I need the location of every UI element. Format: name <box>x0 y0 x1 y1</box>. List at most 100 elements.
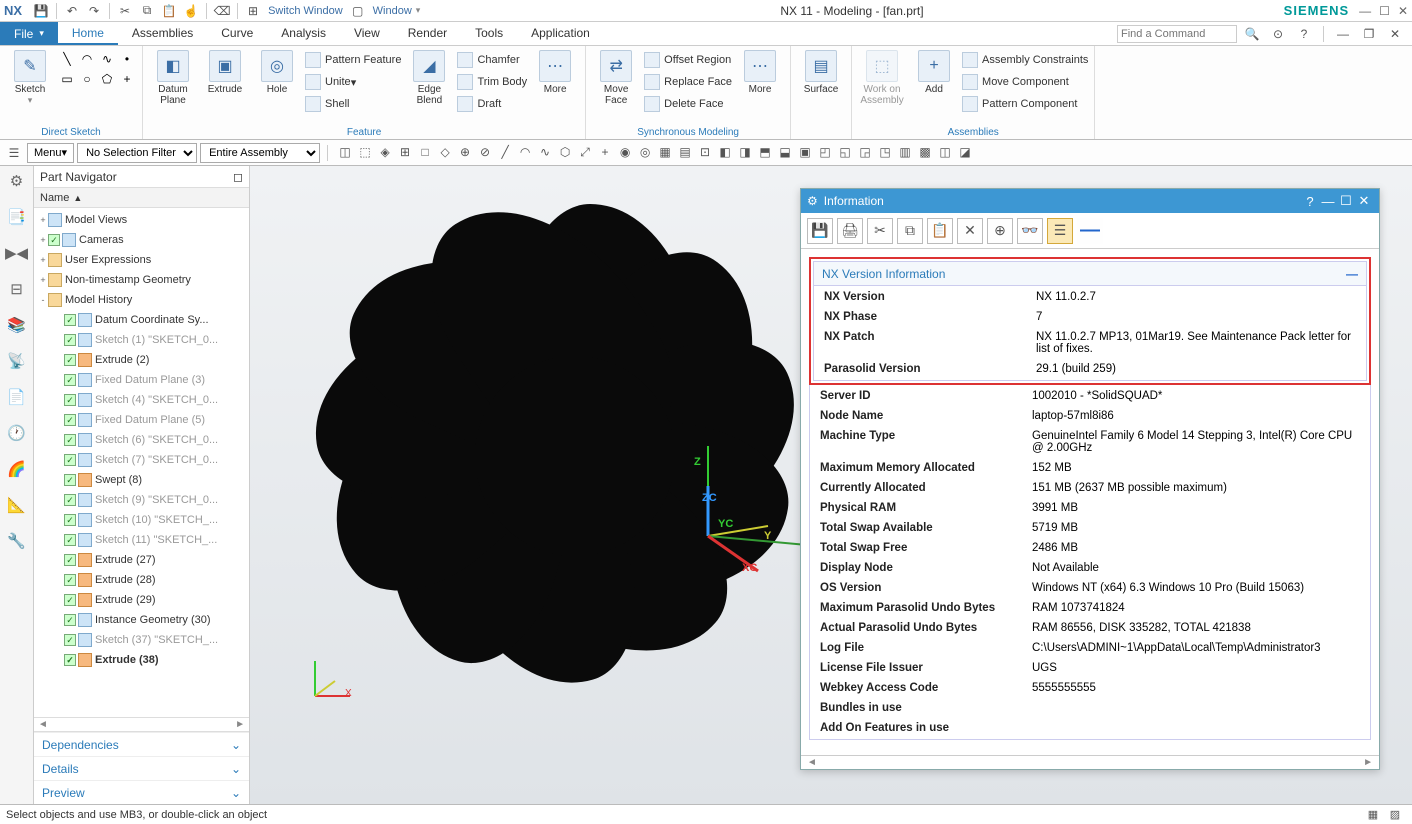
toolbar-icon-10[interactable]: ∿ <box>535 142 555 162</box>
toolbar-icon-30[interactable]: ◫ <box>935 142 955 162</box>
details-section[interactable]: Details⌄ <box>34 756 249 780</box>
info-maximize-icon[interactable]: ☐ <box>1337 193 1355 209</box>
move-face-button[interactable]: ⇄Move Face <box>592 50 640 106</box>
tree-item[interactable]: ✓Extrude (38) <box>34 650 249 670</box>
toolbar-icon-25[interactable]: ◱ <box>835 142 855 162</box>
toolbar-icon-26[interactable]: ◲ <box>855 142 875 162</box>
info-scroll-left-icon[interactable]: ◄ <box>807 757 817 768</box>
gear-icon[interactable]: ⚙ <box>6 170 28 192</box>
tree-item[interactable]: ✓Sketch (6) "SKETCH_0... <box>34 430 249 450</box>
toolbar-icon-22[interactable]: ⬓ <box>775 142 795 162</box>
info-close-icon[interactable]: ✕ <box>1355 193 1373 209</box>
extrude-button[interactable]: ▣Extrude <box>201 50 249 95</box>
tree-item[interactable]: ✓Datum Coordinate Sy... <box>34 310 249 330</box>
preview-section[interactable]: Preview⌄ <box>34 780 249 804</box>
selection-filter-dropdown[interactable]: No Selection Filter <box>77 143 197 163</box>
unite-button[interactable]: Unite ▾ <box>305 72 401 92</box>
toolbar-icon-3[interactable]: ⊞ <box>395 142 415 162</box>
toolbar-icon-12[interactable]: ⤢ <box>575 143 595 163</box>
rect-icon[interactable]: ▭ <box>58 70 76 88</box>
info-paste-icon[interactable]: 📋 <box>927 218 953 244</box>
toolbar-icon-1[interactable]: ⬚ <box>355 142 375 162</box>
toolbar-icon-21[interactable]: ⬒ <box>755 142 775 162</box>
tree-item[interactable]: +Model Views <box>34 210 249 230</box>
offset-region-button[interactable]: Offset Region <box>644 50 732 70</box>
tree-item[interactable]: ✓Swept (8) <box>34 470 249 490</box>
info-cut-icon[interactable]: ✂ <box>867 218 893 244</box>
save-icon[interactable]: 💾 <box>32 2 50 20</box>
feature-tree[interactable]: +Model Views+✓Cameras+User Expressions+N… <box>34 208 249 717</box>
status-icon-2[interactable]: ▨ <box>1386 806 1404 824</box>
sketch-button[interactable]: ✎Sketch▾ <box>6 50 54 106</box>
menu-tab-application[interactable]: Application <box>517 22 604 45</box>
hole-button[interactable]: ◎Hole <box>253 50 301 95</box>
constraint-icon[interactable]: ⊟ <box>6 278 28 300</box>
history-icon[interactable]: 📄 <box>6 386 28 408</box>
toolbar-icon-17[interactable]: ▤ <box>675 142 695 162</box>
file-menu[interactable]: File ▾ <box>0 22 58 45</box>
tree-item[interactable]: ✓Fixed Datum Plane (3) <box>34 370 249 390</box>
eraser-icon[interactable]: ⌫ <box>213 2 231 20</box>
recent-icon[interactable]: ⊙ <box>1269 25 1287 43</box>
tree-item[interactable]: ✓Sketch (4) "SKETCH_0... <box>34 390 249 410</box>
toolbar-icon-4[interactable]: □ <box>415 142 435 162</box>
info-scroll-right-icon[interactable]: ► <box>1363 757 1373 768</box>
toolbar-icon-19[interactable]: ◧ <box>715 142 735 162</box>
tree-item[interactable]: +User Expressions <box>34 250 249 270</box>
menu-tab-render[interactable]: Render <box>394 22 461 45</box>
close-icon[interactable]: ✕ <box>1398 4 1408 18</box>
tree-item[interactable]: ✓Sketch (7) "SKETCH_0... <box>34 450 249 470</box>
toolbar-icon-23[interactable]: ▣ <box>795 142 815 162</box>
pattern-feature-button[interactable]: Pattern Feature <box>305 50 401 70</box>
assembly-filter-dropdown[interactable]: Entire Assembly <box>200 143 320 163</box>
toolbar-icon-2[interactable]: ◈ <box>375 142 395 162</box>
scroll-right-icon[interactable]: ► <box>235 719 245 730</box>
clock-icon[interactable]: 🕐 <box>6 422 28 444</box>
rainbow-icon[interactable]: 🌈 <box>6 458 28 480</box>
menu-tab-curve[interactable]: Curve <box>207 22 267 45</box>
tree-item[interactable]: ✓Sketch (37) "SKETCH_... <box>34 630 249 650</box>
surface-button[interactable]: ▤Surface <box>797 50 845 95</box>
tree-item[interactable]: ✓Fixed Datum Plane (5) <box>34 410 249 430</box>
info-delete-icon[interactable]: ✕ <box>957 218 983 244</box>
menu-button[interactable]: Menu ▾ <box>27 143 74 163</box>
edge-blend-button[interactable]: ◢Edge Blend <box>405 50 453 106</box>
toolbar-icon-20[interactable]: ◨ <box>735 142 755 162</box>
switch-window[interactable]: Switch Window <box>268 5 343 17</box>
pattern-component-button[interactable]: Pattern Component <box>962 94 1088 114</box>
info-save-icon[interactable]: 💾 <box>807 218 833 244</box>
toolbar-icon-13[interactable]: + <box>595 142 615 162</box>
toolbar-icon-16[interactable]: ▦ <box>655 142 675 162</box>
add-component-button[interactable]: +Add <box>910 50 958 95</box>
tree-item[interactable]: -Model History <box>34 290 249 310</box>
move-component-button[interactable]: Move Component <box>962 72 1088 92</box>
mdi-close-icon[interactable]: ✕ <box>1386 25 1404 43</box>
arc-icon[interactable]: ◠ <box>78 50 96 68</box>
scroll-left-icon[interactable]: ◄ <box>38 719 48 730</box>
find-command-input[interactable] <box>1117 25 1237 43</box>
mdi-restore-icon[interactable]: ❐ <box>1360 25 1378 43</box>
toolbar-icon-8[interactable]: ╱ <box>495 142 515 162</box>
name-column-header[interactable]: Name ▲ <box>34 188 249 208</box>
roles-icon[interactable]: 🔧 <box>6 530 28 552</box>
tree-item[interactable]: ✓Extrude (28) <box>34 570 249 590</box>
shell-button[interactable]: Shell <box>305 94 401 114</box>
trim-body-button[interactable]: Trim Body <box>457 72 527 92</box>
toolbar-icon-14[interactable]: ◉ <box>615 142 635 162</box>
info-binoculars-icon[interactable]: 👓 <box>1017 218 1043 244</box>
info-minus-icon[interactable]: — <box>1077 218 1103 244</box>
menu-tab-home[interactable]: Home <box>58 22 118 45</box>
toolbar-icon-18[interactable]: ⊡ <box>695 142 715 162</box>
menu-tab-view[interactable]: View <box>340 22 394 45</box>
tree-item[interactable]: ✓Instance Geometry (30) <box>34 610 249 630</box>
reuse-icon[interactable]: 📚 <box>6 314 28 336</box>
info-print-icon[interactable]: 🖨 <box>837 218 863 244</box>
info-target-icon[interactable]: ⊕ <box>987 218 1013 244</box>
maximize-icon[interactable]: ☐ <box>1379 4 1390 18</box>
assembly-constraints-button[interactable]: Assembly Constraints <box>962 50 1088 70</box>
search-icon[interactable]: 🔍 <box>1243 25 1261 43</box>
window-menu[interactable]: Window <box>373 5 412 17</box>
replace-face-button[interactable]: Replace Face <box>644 72 732 92</box>
toolbar-icon-7[interactable]: ⊘ <box>475 142 495 162</box>
paste-icon[interactable]: 📋 <box>160 2 178 20</box>
